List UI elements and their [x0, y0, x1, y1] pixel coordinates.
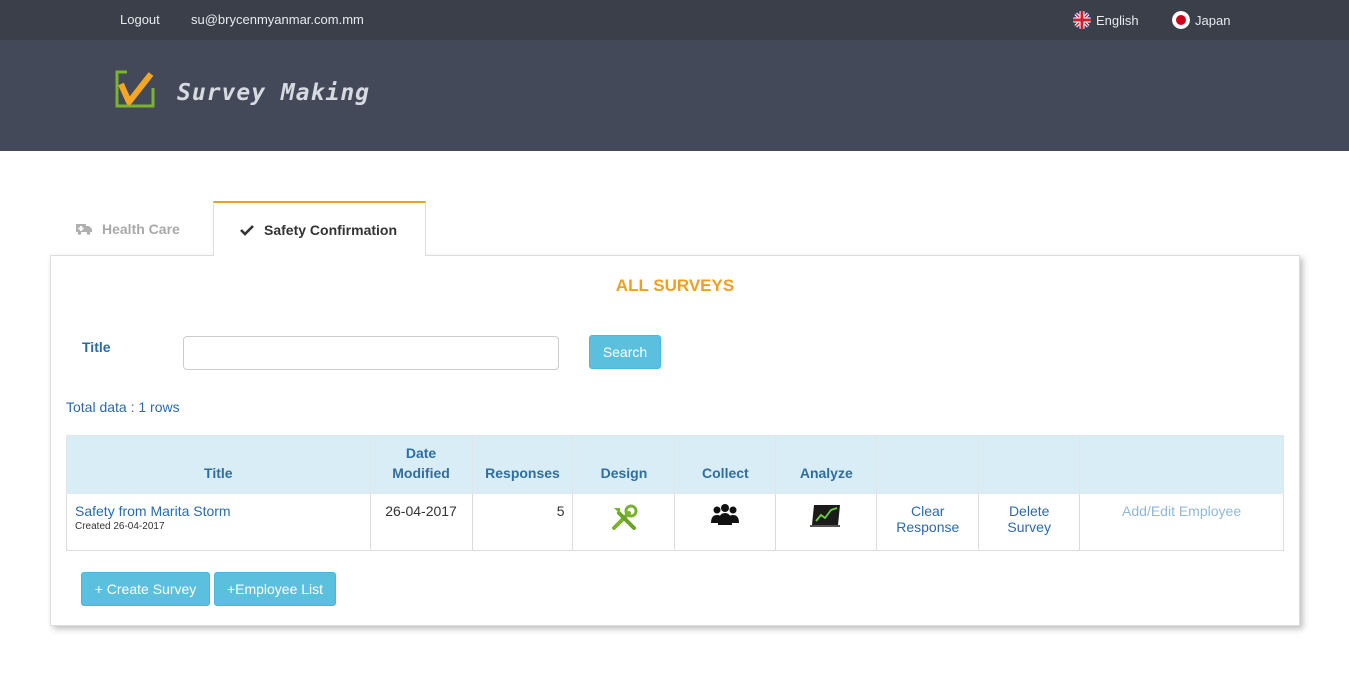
- column-header-date-modified: Date Modified: [369, 435, 473, 494]
- cell-add-edit-employee: Add/Edit Employee: [1079, 493, 1284, 551]
- user-email-link[interactable]: su@brycenmyanmar.com.mm: [191, 12, 364, 27]
- cell-design: [572, 493, 676, 551]
- survey-created-date: Created 26-04-2017: [75, 521, 165, 532]
- tab-health-care[interactable]: Health Care: [50, 201, 213, 256]
- delete-survey-link[interactable]: Delete Survey: [1007, 503, 1051, 535]
- search-button[interactable]: Search: [589, 335, 661, 369]
- cell-analyze: [775, 493, 878, 551]
- clear-response-link[interactable]: Clear Response: [896, 503, 959, 535]
- check-icon: [240, 224, 254, 236]
- cell-clear-response: Clear Response: [876, 493, 980, 551]
- column-header-analyze: Analyze: [775, 435, 878, 494]
- create-survey-button[interactable]: + Create Survey: [81, 572, 210, 606]
- surveys-table: Title Date Modified Responses Design Col…: [66, 435, 1284, 551]
- surveys-panel: ALL SURVEYS Title Search Total data : 1 …: [50, 255, 1300, 626]
- column-header-responses: Responses: [471, 435, 574, 494]
- column-header-delete: [978, 435, 1081, 494]
- tab-safety-confirmation[interactable]: Safety Confirmation: [213, 201, 426, 256]
- ambulance-icon: [76, 223, 92, 235]
- language-english-label: English: [1096, 12, 1139, 28]
- title-search-label: Title: [82, 339, 111, 355]
- column-header-employee: [1079, 435, 1284, 494]
- total-rows-text: Total data : 1 rows: [66, 399, 180, 415]
- uk-flag-icon: [1073, 11, 1091, 29]
- language-english[interactable]: English: [1073, 11, 1139, 29]
- column-header-design: Design: [572, 435, 676, 494]
- survey-title-link[interactable]: Safety from Marita Storm: [75, 503, 231, 519]
- logout-link[interactable]: Logout: [120, 12, 160, 27]
- cell-date-modified: 26-04-2017: [369, 493, 473, 551]
- cell-title: Safety from Marita Storm Created 26-04-2…: [66, 493, 371, 551]
- cell-delete-survey: Delete Survey: [978, 493, 1081, 551]
- table-header-row: Title Date Modified Responses Design Col…: [66, 435, 1284, 494]
- logo-text: Survey Making: [177, 79, 371, 106]
- language-japan-label: Japan: [1195, 12, 1231, 28]
- page-title: ALL SURVEYS: [615, 276, 735, 295]
- add-edit-employee-link[interactable]: Add/Edit Employee: [1122, 503, 1241, 519]
- column-header-collect: Collect: [674, 435, 777, 494]
- japan-flag-icon: [1172, 11, 1190, 29]
- site-header: Survey Making: [0, 40, 1349, 151]
- cell-responses: 5: [471, 493, 574, 551]
- table-row: Safety from Marita Storm Created 26-04-2…: [66, 493, 1284, 551]
- chart-monitor-icon[interactable]: [810, 505, 842, 532]
- tab-health-care-label: Health Care: [102, 220, 180, 237]
- cell-collect: [674, 493, 777, 551]
- people-group-icon[interactable]: [709, 504, 741, 532]
- logo[interactable]: Survey Making: [113, 68, 370, 117]
- tab-safety-confirmation-label: Safety Confirmation: [264, 221, 398, 238]
- title-search-input[interactable]: [183, 336, 559, 370]
- column-header-title: Title: [66, 435, 371, 494]
- column-header-clear: [876, 435, 980, 494]
- language-japan[interactable]: Japan: [1172, 11, 1230, 29]
- employee-list-button[interactable]: +Employee List: [214, 572, 336, 606]
- checkmark-logo-icon: [113, 68, 161, 117]
- tools-icon[interactable]: [609, 504, 639, 536]
- top-bar: Logout su@brycenmyanmar.com.mm English J…: [0, 0, 1349, 40]
